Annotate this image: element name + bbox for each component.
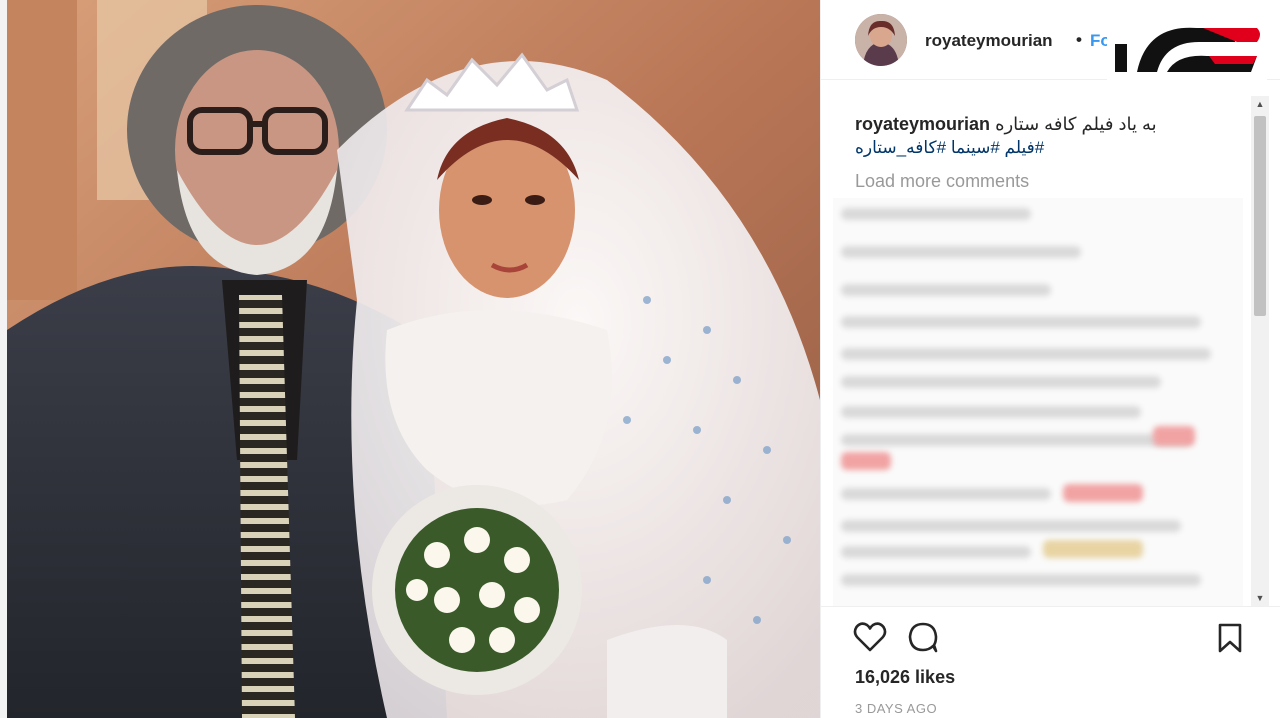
comments-area[interactable]: royateymourian به یاد فیلم کافه ستاره #ف… <box>821 96 1251 606</box>
blurred-comments <box>833 198 1243 606</box>
bookmark-icon[interactable] <box>1217 623 1243 653</box>
comment-icon[interactable] <box>907 621 939 653</box>
post-timestamp[interactable]: 3 DAYS AGO <box>855 701 937 716</box>
post-header: royateymourian • Follow <box>821 0 1280 84</box>
post-actions: 16,026 likes 3 DAYS AGO <box>821 606 1280 718</box>
header-username[interactable]: royateymourian <box>925 31 1053 51</box>
load-more-comments-link[interactable]: Load more comments <box>855 171 1029 192</box>
avatar[interactable] <box>855 14 907 66</box>
caption-text: به یاد فیلم کافه ستاره <box>995 114 1157 134</box>
avatar-image <box>855 14 907 66</box>
separator-dot: • <box>1076 30 1082 49</box>
likes-count[interactable]: 16,026 likes <box>855 667 955 688</box>
post-photo[interactable] <box>7 0 820 718</box>
watermark-logo <box>1107 14 1267 84</box>
caption: royateymourian به یاد فیلم کافه ستاره <box>855 112 1195 137</box>
arrow-down-icon[interactable]: ▼ <box>1251 590 1269 606</box>
photo-illustration <box>7 0 820 718</box>
scroll-thumb[interactable] <box>1254 116 1266 316</box>
caption-hashtags[interactable]: #فیلم #سینما #کافه_ستاره <box>855 138 1195 158</box>
left-margin <box>0 0 7 718</box>
post-side-panel: royateymourian • Follow royateymourian ب… <box>820 0 1280 718</box>
comments-scrollbar[interactable]: ▲ ▼ <box>1251 96 1269 606</box>
arrow-up-icon[interactable]: ▲ <box>1251 96 1269 112</box>
caption-username[interactable]: royateymourian <box>855 114 990 134</box>
heart-icon[interactable] <box>853 621 887 653</box>
